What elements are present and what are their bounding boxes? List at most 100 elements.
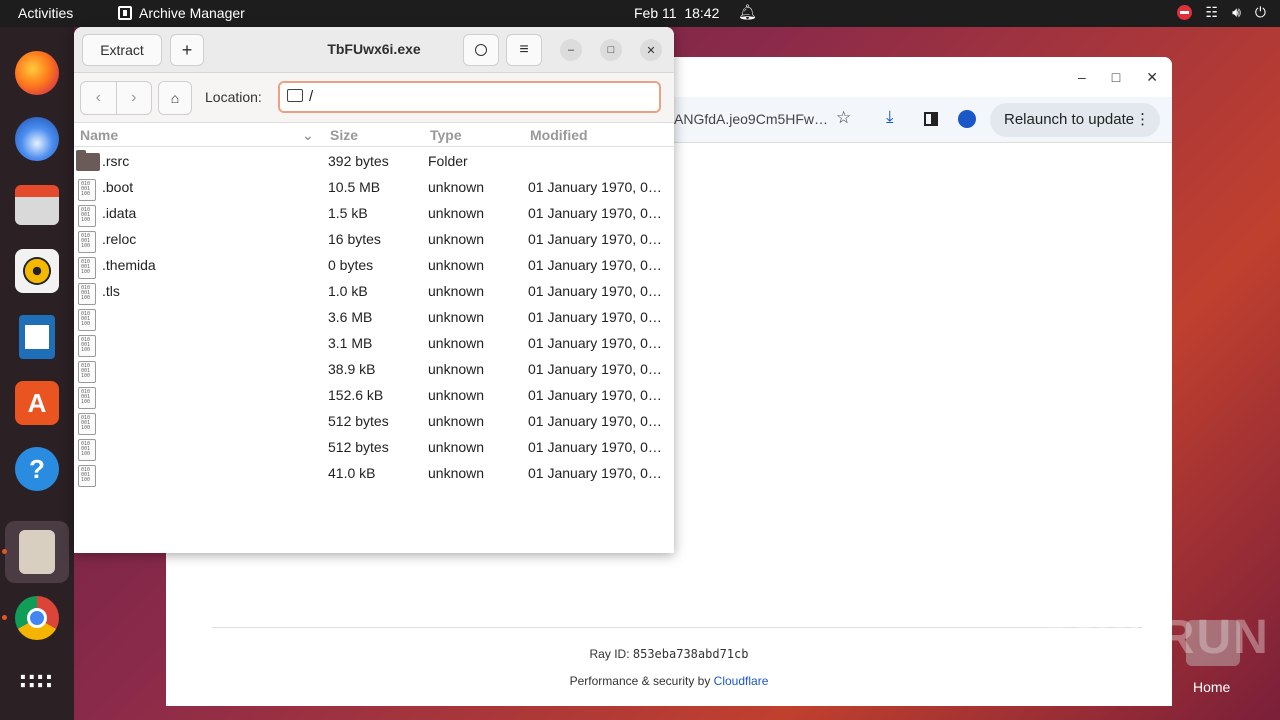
- table-row[interactable]: 010 001 100 3.6 MB unknown 01 January 1970, 0…: [74, 304, 674, 331]
- cell-type: unknown: [428, 439, 485, 455]
- home-folder-icon[interactable]: [1186, 620, 1240, 666]
- dock-writer[interactable]: [5, 306, 69, 368]
- cell-type: unknown: [428, 335, 485, 351]
- cell-type: unknown: [428, 465, 485, 481]
- binary-file-icon: 010 001 100: [78, 413, 96, 435]
- cell-name: .reloc: [102, 231, 137, 247]
- bookmark-star-icon[interactable]: ☆: [836, 108, 851, 128]
- home-button[interactable]: ⌂: [158, 81, 192, 115]
- column-size[interactable]: Size: [330, 127, 358, 143]
- cell-modified: 01 January 1970, 0…: [528, 413, 662, 429]
- dock-rhythmbox[interactable]: [5, 240, 69, 302]
- cell-modified: 01 January 1970, 0…: [528, 179, 662, 195]
- close-button[interactable]: ✕: [640, 39, 662, 61]
- cell-modified: 01 January 1970, 0…: [528, 387, 662, 403]
- cell-modified: 01 January 1970, 0…: [528, 257, 662, 273]
- help-icon: ?: [15, 447, 59, 491]
- location-bar: ‹ › ⌂ Location: /: [74, 73, 674, 123]
- table-row[interactable]: 010 001 100 .boot 10.5 MB unknown 01 January 1…: [74, 174, 674, 201]
- cell-type: unknown: [428, 361, 485, 377]
- binary-file-icon: 010 001 100: [78, 439, 96, 461]
- relaunch-label: Relaunch to update: [1004, 111, 1135, 128]
- table-row[interactable]: 010 001 100 .themida 0 bytes unknown 01 Januar…: [74, 252, 674, 279]
- dock-archive-manager[interactable]: [5, 521, 69, 583]
- cell-modified: 01 January 1970, 0…: [528, 465, 662, 481]
- extract-button[interactable]: Extract: [82, 34, 162, 66]
- table-row[interactable]: 010 001 100 .idata 1.5 kB unknown 01 January 1…: [74, 200, 674, 227]
- minimize-icon: –: [567, 44, 575, 56]
- cell-size: 10.5 MB: [328, 179, 381, 195]
- column-name[interactable]: Name: [80, 127, 118, 143]
- dock-help[interactable]: ?: [5, 438, 69, 500]
- maximize-button[interactable]: □: [600, 39, 622, 61]
- minimize-button[interactable]: –: [560, 39, 582, 61]
- ray-id-value: 853eba738abd71cb: [632, 647, 749, 661]
- binary-file-icon: 010 001 100: [78, 387, 96, 409]
- sort-chevron-icon[interactable]: ⌄: [302, 127, 314, 144]
- dock-thunderbird[interactable]: [5, 108, 69, 170]
- search-button[interactable]: [463, 34, 499, 66]
- dock-show-apps[interactable]: ∷∷: [5, 651, 69, 713]
- table-row[interactable]: 010 001 100 41.0 kB unknown 01 January 1970, …: [74, 460, 674, 487]
- activities-button[interactable]: Activities: [18, 5, 73, 21]
- profile-icon[interactable]: [958, 110, 976, 128]
- table-row[interactable]: 010 001 100 3.1 MB unknown 01 January 1970, 0…: [74, 330, 674, 357]
- table-row[interactable]: 010 001 100 .tls 1.0 kB unknown 01 January 197…: [74, 278, 674, 305]
- folder-icon: [76, 150, 100, 171]
- side-panel-icon[interactable]: [924, 112, 938, 126]
- notification-bell-icon[interactable]: 🔔︎: [738, 3, 757, 21]
- system-tray[interactable]: ☷ 🔊︎ ⏻: [1176, 4, 1266, 21]
- column-modified[interactable]: Modified: [530, 127, 588, 143]
- column-type[interactable]: Type: [430, 127, 462, 143]
- table-row[interactable]: 010 001 100 38.9 kB unknown 01 January 1970, …: [74, 356, 674, 383]
- minimize-icon[interactable]: –: [1078, 69, 1086, 86]
- cell-size: 512 bytes: [328, 439, 389, 455]
- table-row[interactable]: 010 001 100 512 bytes unknown 01 January 1970…: [74, 434, 674, 461]
- rhythmbox-icon: [15, 249, 59, 293]
- relaunch-button[interactable]: Relaunch to update ⋮: [990, 103, 1161, 137]
- dock-firefox[interactable]: [5, 42, 69, 104]
- dock-chrome[interactable]: [5, 587, 69, 649]
- cell-size: 3.6 MB: [328, 309, 373, 325]
- table-row[interactable]: 010 001 100 512 bytes unknown 01 January 1970…: [74, 408, 674, 435]
- back-button[interactable]: ‹: [81, 82, 116, 114]
- address-bar[interactable]: ANGfdA.jeo9Cm5HFw…: [674, 111, 828, 127]
- volume-icon: 🔊︎: [1232, 4, 1241, 20]
- archive-app-icon: [118, 6, 132, 20]
- cell-name: .tls: [102, 283, 120, 299]
- archive-manager-window: Extract + TbFUwx6i.exe ≡ – □ ✕ ‹ › ⌂ Loc…: [74, 27, 674, 553]
- cell-modified: 01 January 1970, 0…: [528, 231, 662, 247]
- cell-name: .rsrc: [102, 153, 130, 169]
- chrome-icon: [15, 596, 59, 640]
- close-icon[interactable]: ✕: [1146, 69, 1158, 86]
- location-input[interactable]: /: [278, 81, 661, 113]
- folder-icon: [287, 89, 303, 102]
- clock[interactable]: Feb 11 18:42: [634, 5, 719, 21]
- app-center-icon: A: [15, 381, 59, 425]
- cell-size: 0 bytes: [328, 257, 374, 273]
- cell-type: unknown: [428, 309, 485, 325]
- cell-modified: 01 January 1970, 0…: [528, 361, 662, 377]
- cell-type: unknown: [428, 179, 485, 195]
- cell-modified: 01 January 1970, 0…: [528, 283, 662, 299]
- firefox-icon: [15, 51, 59, 95]
- dock-files[interactable]: [5, 174, 69, 236]
- download-icon[interactable]: ⤓: [886, 107, 894, 127]
- table-row[interactable]: 010 001 100 .reloc 16 bytes unknown 01 January…: [74, 226, 674, 253]
- cell-size: 1.0 kB: [328, 283, 368, 299]
- header-bar: Extract + TbFUwx6i.exe ≡ – □ ✕: [74, 27, 674, 73]
- app-menu[interactable]: Archive Manager: [139, 5, 245, 21]
- cloudflare-link[interactable]: Cloudflare: [714, 674, 769, 688]
- add-files-button[interactable]: +: [170, 34, 204, 66]
- menu-button[interactable]: ≡: [506, 34, 542, 66]
- maximize-icon[interactable]: □: [1112, 69, 1120, 86]
- divider: [212, 627, 1142, 628]
- binary-file-icon: 010 001 100: [78, 179, 96, 201]
- forward-button[interactable]: ›: [115, 82, 152, 114]
- hamburger-icon: ≡: [519, 41, 529, 58]
- table-row[interactable]: .rsrc 392 bytes Folder: [74, 148, 674, 174]
- nav-buttons: ‹ ›: [80, 81, 152, 115]
- dock-app-center[interactable]: A: [5, 372, 69, 434]
- home-label[interactable]: Home: [1193, 679, 1230, 695]
- table-row[interactable]: 010 001 100 152.6 kB unknown 01 January 1970,…: [74, 382, 674, 409]
